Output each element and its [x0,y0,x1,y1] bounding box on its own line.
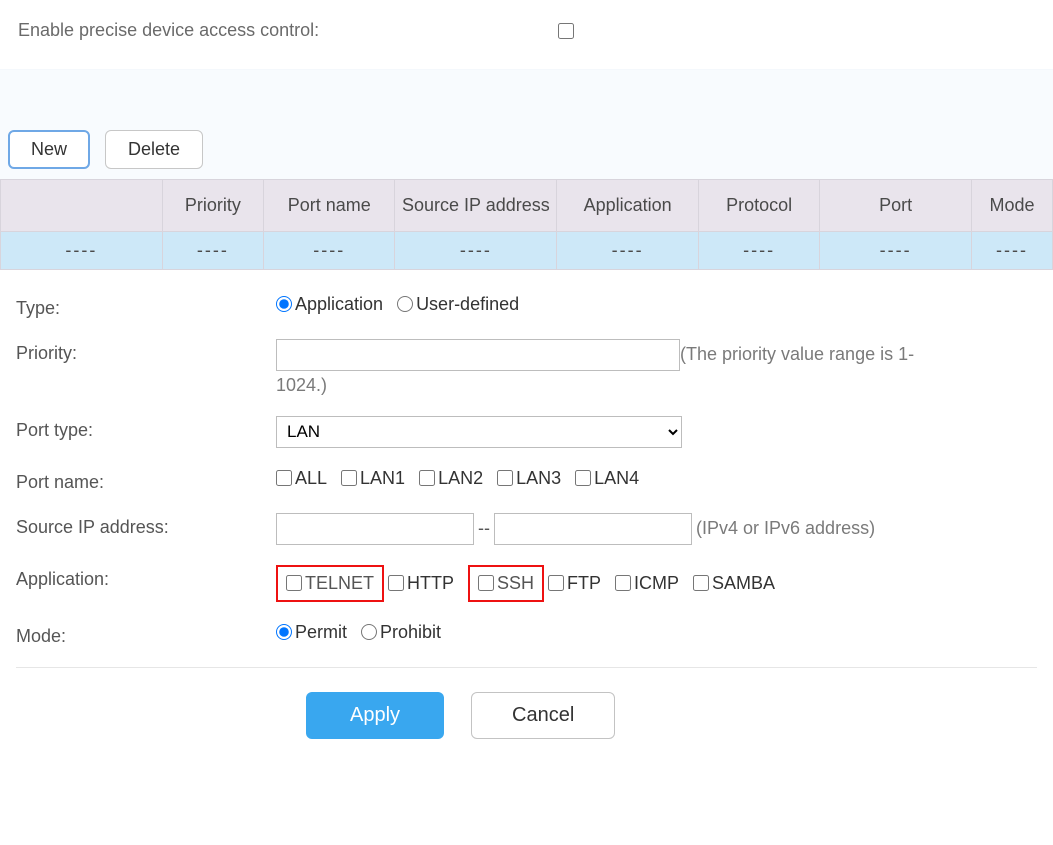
type-application-text: Application [295,294,383,315]
col-priority: Priority [162,180,263,232]
new-button[interactable]: New [8,130,90,169]
portname-lan3-text: LAN3 [516,468,561,489]
cell-empty: ---- [263,231,395,269]
type-application-radio[interactable] [276,296,292,312]
app-ftp-checkbox[interactable] [548,575,564,591]
portname-all-text: ALL [295,468,327,489]
apply-button[interactable]: Apply [306,692,444,739]
app-http-text: HTTP [407,573,454,594]
type-userdefined-radio[interactable] [397,296,413,312]
priority-input[interactable] [276,339,680,371]
app-icmp-text: ICMP [634,573,679,594]
mode-prohibit-text: Prohibit [380,622,441,643]
portname-lan2-checkbox[interactable] [419,470,435,486]
mode-permit-text: Permit [295,622,347,643]
app-samba-text: SAMBA [712,573,775,594]
portname-label: Port name: [16,468,276,493]
portname-lan4-text: LAN4 [594,468,639,489]
cell-empty: ---- [557,231,699,269]
table-row-empty: ---- ---- ---- ---- ---- ---- ---- ---- [1,231,1053,269]
portname-lan4-checkbox[interactable] [575,470,591,486]
toolbar: New Delete [0,130,1053,179]
app-ssh-checkbox[interactable] [478,575,494,591]
sourceip-hint: (IPv4 or IPv6 address) [696,518,875,539]
col-application: Application [557,180,699,232]
app-telnet-text: TELNET [305,573,374,594]
spacer [0,70,1053,130]
app-telnet-checkbox[interactable] [286,575,302,591]
app-icmp-checkbox[interactable] [615,575,631,591]
portname-lan3-checkbox[interactable] [497,470,513,486]
application-label: Application: [16,565,276,590]
app-ssh-text: SSH [497,573,534,594]
table-header-row: Priority Port name Source IP address App… [1,180,1053,232]
enable-precise-checkbox[interactable] [558,23,574,39]
portname-lan1-checkbox[interactable] [341,470,357,486]
mode-permit-radio[interactable] [276,624,292,640]
type-label: Type: [16,294,276,319]
priority-hint-a: (The priority value range is 1- [680,344,914,365]
portname-lan2-text: LAN2 [438,468,483,489]
enable-precise-label: Enable precise device access control: [18,20,558,41]
priority-hint-b: 1024.) [276,375,1037,396]
cell-empty: ---- [972,231,1053,269]
col-protocol: Protocol [698,180,819,232]
porttype-label: Port type: [16,416,276,441]
cancel-button[interactable]: Cancel [471,692,615,739]
col-blank [1,180,163,232]
cell-empty: ---- [698,231,819,269]
porttype-select[interactable]: LAN [276,416,682,448]
priority-label: Priority: [16,339,276,364]
col-port: Port [820,180,972,232]
app-http-checkbox[interactable] [388,575,404,591]
sourceip-from-input[interactable] [276,513,474,545]
cell-empty: ---- [1,231,163,269]
enable-panel: Enable precise device access control: [0,0,1053,70]
highlight-telnet: TELNET [276,565,384,602]
delete-button[interactable]: Delete [105,130,203,169]
app-ftp-text: FTP [567,573,601,594]
col-mode: Mode [972,180,1053,232]
highlight-ssh: SSH [468,565,544,602]
portname-all-checkbox[interactable] [276,470,292,486]
type-userdefined-text: User-defined [416,294,519,315]
cell-empty: ---- [162,231,263,269]
col-port-name: Port name [263,180,395,232]
col-source-ip: Source IP address [395,180,557,232]
mode-label: Mode: [16,622,276,647]
sourceip-label: Source IP address: [16,513,276,538]
mode-prohibit-radio[interactable] [361,624,377,640]
sourceip-separator: -- [478,518,490,539]
actions-row: Apply Cancel [16,692,1037,739]
sourceip-to-input[interactable] [494,513,692,545]
divider [16,667,1037,668]
portname-lan1-text: LAN1 [360,468,405,489]
form-area: Type: Application User-defined Priority:… [0,270,1053,749]
app-samba-checkbox[interactable] [693,575,709,591]
cell-empty: ---- [395,231,557,269]
rules-table: Priority Port name Source IP address App… [0,179,1053,270]
cell-empty: ---- [820,231,972,269]
